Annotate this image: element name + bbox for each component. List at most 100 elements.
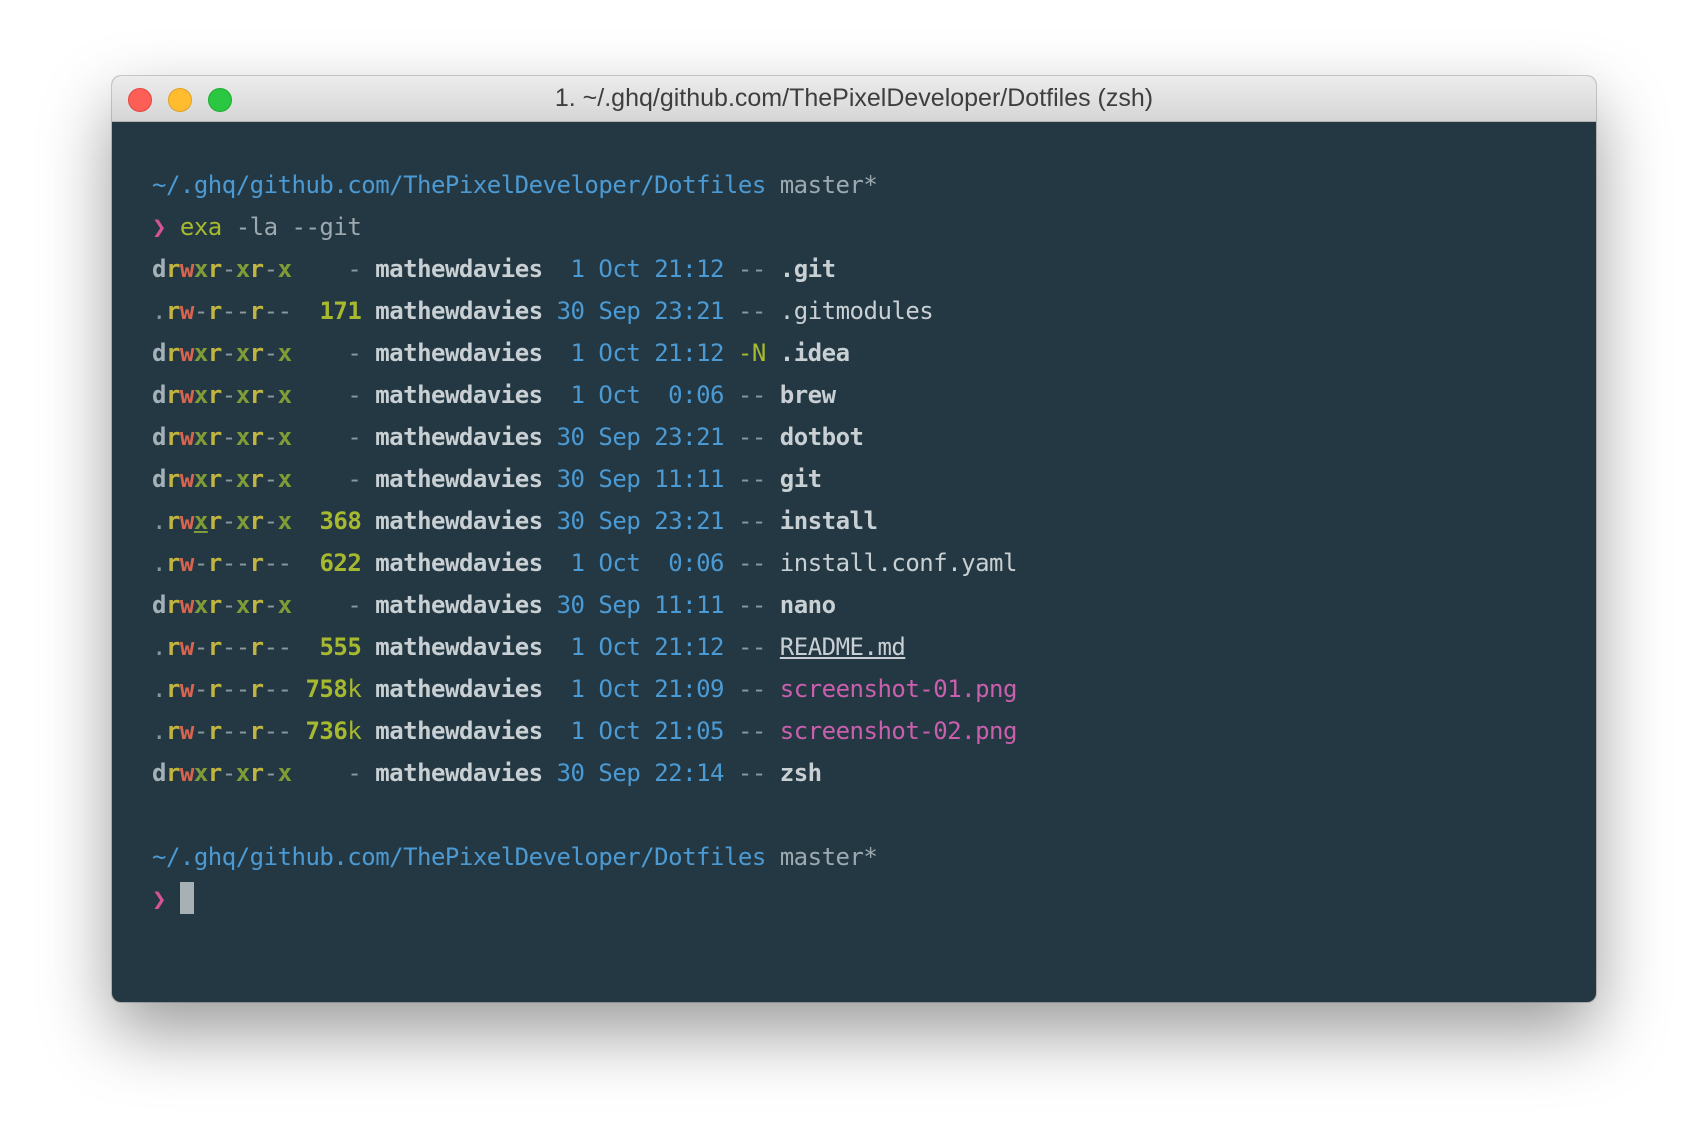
table-row: drwxr-xr-x - mathewdavies 1 Oct 21:12 --… <box>152 248 1017 290</box>
perm-bit: - <box>193 297 208 325</box>
permissions: .rwxr-xr-x <box>152 507 292 535</box>
perm-type: d <box>152 339 166 367</box>
perm-bit: - <box>235 549 250 577</box>
perm-bit: - <box>263 381 278 409</box>
prompt-branch: master* <box>779 843 878 871</box>
file-name: zsh <box>779 759 822 787</box>
perm-bit: - <box>263 507 278 535</box>
git-status: -- <box>737 297 766 325</box>
file-date: 30 Sep 11:11 <box>556 465 725 493</box>
perm-bit: x <box>193 255 208 283</box>
permissions: drwxr-xr-x <box>152 423 292 451</box>
perm-bit: - <box>263 423 278 451</box>
perm-bit: x <box>277 591 292 619</box>
perm-bit: - <box>193 633 208 661</box>
perm-bit: - <box>221 633 236 661</box>
perm-bit: - <box>221 339 236 367</box>
perm-type: . <box>152 549 166 577</box>
file-name: dotbot <box>779 423 864 451</box>
file-size: 736k <box>305 717 361 745</box>
file-size: 368 <box>319 507 361 535</box>
table-row: drwxr-xr-x - mathewdavies 30 Sep 22:14 -… <box>152 752 1017 794</box>
perm-bit: r <box>249 255 264 283</box>
permissions: .rw-r--r-- <box>152 297 292 325</box>
prompt-path: ~/.ghq/github.com/ThePixelDeveloper/Dotf… <box>152 843 766 871</box>
perm-bit: r <box>207 297 222 325</box>
perm-bit: - <box>235 717 250 745</box>
prompt-symbol: ❯ <box>152 885 166 913</box>
perm-bit: - <box>193 549 208 577</box>
table-row: drwxr-xr-x - mathewdavies 30 Sep 11:11 -… <box>152 584 1017 626</box>
perm-bit: - <box>235 633 250 661</box>
perm-bit: x <box>277 381 292 409</box>
perm-bit: - <box>221 381 236 409</box>
perm-bit: - <box>263 465 278 493</box>
table-row: drwxr-xr-x - mathewdavies 30 Sep 11:11 -… <box>152 458 1017 500</box>
permissions: drwxr-xr-x <box>152 381 292 409</box>
table-row: .rw-r--r-- 622 mathewdavies 1 Oct 0:06 -… <box>152 542 1017 584</box>
file-name: brew <box>779 381 836 409</box>
perm-bit: - <box>277 297 292 325</box>
perm-bit: - <box>193 717 208 745</box>
perm-bit: r <box>165 507 180 535</box>
perm-bit: - <box>193 675 208 703</box>
file-size: - <box>347 381 361 409</box>
git-status: -- <box>737 717 766 745</box>
permissions: drwxr-xr-x <box>152 339 292 367</box>
permissions: drwxr-xr-x <box>152 759 292 787</box>
perm-bit: r <box>249 507 264 535</box>
git-status: -- <box>737 675 766 703</box>
perm-bit: r <box>207 381 222 409</box>
perm-bit: r <box>249 591 264 619</box>
file-date: 1 Oct 21:12 <box>556 255 725 283</box>
perm-bit: r <box>165 297 180 325</box>
size-value: - <box>347 465 362 493</box>
perm-bit: - <box>221 465 236 493</box>
perm-bit: r <box>165 717 180 745</box>
perm-bit: r <box>207 255 222 283</box>
perm-bit: - <box>221 255 236 283</box>
table-row: .rw-r--r-- 736k mathewdavies 1 Oct 21:05… <box>152 710 1017 752</box>
file-owner: mathewdavies <box>375 633 543 661</box>
file-owner: mathewdavies <box>375 717 543 745</box>
perm-bit: r <box>207 549 222 577</box>
perm-type: . <box>152 675 166 703</box>
file-date: 1 Oct 0:06 <box>556 549 725 577</box>
file-date: 1 Oct 21:12 <box>556 339 725 367</box>
permissions: drwxr-xr-x <box>152 591 292 619</box>
perm-bit: r <box>249 465 264 493</box>
perm-type: . <box>152 633 166 661</box>
file-name: screenshot-01.png <box>779 675 1018 703</box>
table-row: drwxr-xr-x - mathewdavies 30 Sep 23:21 -… <box>152 416 1017 458</box>
prompt-path: ~/.ghq/github.com/ThePixelDeveloper/Dotf… <box>152 171 766 199</box>
file-date: 1 Oct 21:09 <box>556 675 725 703</box>
input-line[interactable]: ❯ <box>152 878 1017 920</box>
perm-bit: x <box>193 381 208 409</box>
perm-bit: r <box>165 423 180 451</box>
text-cursor <box>179 882 194 914</box>
perm-bit: r <box>249 339 264 367</box>
permissions: .rw-r--r-- <box>152 675 292 703</box>
perm-bit: - <box>277 549 292 577</box>
permissions: .rw-r--r-- <box>152 633 292 661</box>
file-owner: mathewdavies <box>375 423 543 451</box>
perm-bit: r <box>207 675 222 703</box>
perm-bit: - <box>221 423 236 451</box>
file-name: README.md <box>779 633 906 661</box>
perm-bit: x <box>235 759 250 787</box>
title-bar[interactable]: 1. ~/.ghq/github.com/ThePixelDeveloper/D… <box>112 76 1596 122</box>
command-args: -la --git <box>235 213 362 241</box>
file-owner: mathewdavies <box>375 465 543 493</box>
file-size: 758k <box>305 675 361 703</box>
command-name: exa <box>179 213 222 241</box>
terminal-output[interactable]: ~/.ghq/github.com/ThePixelDeveloper/Dotf… <box>152 164 1017 920</box>
perm-type: d <box>152 381 166 409</box>
size-value: - <box>347 759 362 787</box>
size-value: - <box>347 423 362 451</box>
file-size: - <box>347 255 361 283</box>
perm-bit: x <box>193 465 208 493</box>
permissions: drwxr-xr-x <box>152 465 292 493</box>
git-status: -- <box>737 507 766 535</box>
prompt-branch: master* <box>779 171 878 199</box>
perm-bit: - <box>263 633 278 661</box>
